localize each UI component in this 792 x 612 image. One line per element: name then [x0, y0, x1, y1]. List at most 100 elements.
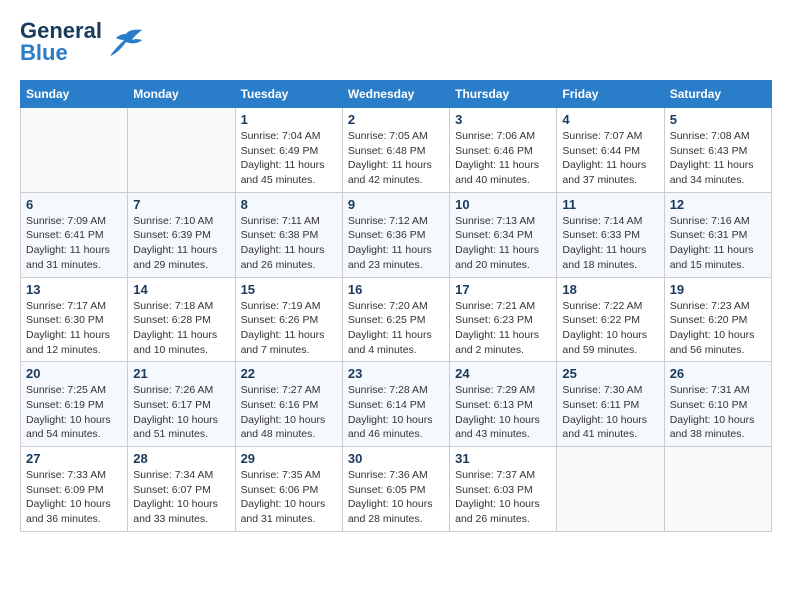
day-number: 10 — [455, 197, 551, 212]
day-number: 13 — [26, 282, 122, 297]
day-info: Sunrise: 7:12 AMSunset: 6:36 PMDaylight:… — [348, 214, 444, 273]
day-info: Sunrise: 7:13 AMSunset: 6:34 PMDaylight:… — [455, 214, 551, 273]
day-info: Sunrise: 7:22 AMSunset: 6:22 PMDaylight:… — [562, 299, 658, 358]
day-info: Sunrise: 7:29 AMSunset: 6:13 PMDaylight:… — [455, 383, 551, 442]
week-row-4: 20 Sunrise: 7:25 AMSunset: 6:19 PMDayligh… — [21, 362, 772, 447]
day-number: 25 — [562, 366, 658, 381]
day-number: 22 — [241, 366, 337, 381]
calendar-cell: 3 Sunrise: 7:06 AMSunset: 6:46 PMDaylight… — [450, 108, 557, 193]
calendar-cell: 26 Sunrise: 7:31 AMSunset: 6:10 PMDayligh… — [664, 362, 771, 447]
day-number: 3 — [455, 112, 551, 127]
day-number: 8 — [241, 197, 337, 212]
calendar-header-row: SundayMondayTuesdayWednesdayThursdayFrid… — [21, 81, 772, 108]
day-info: Sunrise: 7:16 AMSunset: 6:31 PMDaylight:… — [670, 214, 766, 273]
calendar-cell — [664, 447, 771, 532]
day-number: 26 — [670, 366, 766, 381]
calendar-table: SundayMondayTuesdayWednesdayThursdayFrid… — [20, 80, 772, 532]
calendar-cell: 6 Sunrise: 7:09 AMSunset: 6:41 PMDaylight… — [21, 192, 128, 277]
day-info: Sunrise: 7:19 AMSunset: 6:26 PMDaylight:… — [241, 299, 337, 358]
calendar-cell — [557, 447, 664, 532]
week-row-5: 27Sunrise: 7:33 AMSunset: 6:09 PMDayligh… — [21, 447, 772, 532]
day-info: Sunrise: 7:06 AMSunset: 6:46 PMDaylight:… — [455, 129, 551, 188]
calendar-cell: 13 Sunrise: 7:17 AMSunset: 6:30 PMDayligh… — [21, 277, 128, 362]
day-number: 21 — [133, 366, 229, 381]
week-row-1: 1 Sunrise: 7:04 AMSunset: 6:49 PMDaylight… — [21, 108, 772, 193]
week-row-2: 6 Sunrise: 7:09 AMSunset: 6:41 PMDaylight… — [21, 192, 772, 277]
day-number: 6 — [26, 197, 122, 212]
calendar-cell: 16 Sunrise: 7:20 AMSunset: 6:25 PMDayligh… — [342, 277, 449, 362]
day-info: Sunrise: 7:04 AMSunset: 6:49 PMDaylight:… — [241, 129, 337, 188]
calendar-cell: 25 Sunrise: 7:30 AMSunset: 6:11 PMDayligh… — [557, 362, 664, 447]
calendar-cell: 22 Sunrise: 7:27 AMSunset: 6:16 PMDayligh… — [235, 362, 342, 447]
day-number: 15 — [241, 282, 337, 297]
calendar-cell: 20 Sunrise: 7:25 AMSunset: 6:19 PMDayligh… — [21, 362, 128, 447]
day-info: Sunrise: 7:18 AMSunset: 6:28 PMDaylight:… — [133, 299, 229, 358]
logo-general: General — [20, 20, 102, 42]
day-number: 30 — [348, 451, 444, 466]
calendar-cell: 7Sunrise: 7:10 AMSunset: 6:39 PMDaylight… — [128, 192, 235, 277]
calendar-cell: 17 Sunrise: 7:21 AMSunset: 6:23 PMDayligh… — [450, 277, 557, 362]
day-number: 1 — [241, 112, 337, 127]
day-info: Sunrise: 7:36 AMSunset: 6:05 PMDaylight:… — [348, 468, 444, 527]
calendar-cell: 4 Sunrise: 7:07 AMSunset: 6:44 PMDaylight… — [557, 108, 664, 193]
calendar-cell: 18Sunrise: 7:22 AMSunset: 6:22 PMDayligh… — [557, 277, 664, 362]
calendar-cell: 27Sunrise: 7:33 AMSunset: 6:09 PMDayligh… — [21, 447, 128, 532]
calendar-cell: 9 Sunrise: 7:12 AMSunset: 6:36 PMDaylight… — [342, 192, 449, 277]
day-number: 28 — [133, 451, 229, 466]
day-info: Sunrise: 7:28 AMSunset: 6:14 PMDaylight:… — [348, 383, 444, 442]
calendar-cell: 30 Sunrise: 7:36 AMSunset: 6:05 PMDayligh… — [342, 447, 449, 532]
column-header-friday: Friday — [557, 81, 664, 108]
day-info: Sunrise: 7:23 AMSunset: 6:20 PMDaylight:… — [670, 299, 766, 358]
day-info: Sunrise: 7:17 AMSunset: 6:30 PMDaylight:… — [26, 299, 122, 358]
day-number: 5 — [670, 112, 766, 127]
day-info: Sunrise: 7:31 AMSunset: 6:10 PMDaylight:… — [670, 383, 766, 442]
day-number: 16 — [348, 282, 444, 297]
day-info: Sunrise: 7:27 AMSunset: 6:16 PMDaylight:… — [241, 383, 337, 442]
day-info: Sunrise: 7:35 AMSunset: 6:06 PMDaylight:… — [241, 468, 337, 527]
calendar-cell: 11Sunrise: 7:14 AMSunset: 6:33 PMDayligh… — [557, 192, 664, 277]
day-info: Sunrise: 7:08 AMSunset: 6:43 PMDaylight:… — [670, 129, 766, 188]
logo: General Blue — [20, 20, 144, 64]
calendar-cell — [128, 108, 235, 193]
day-info: Sunrise: 7:05 AMSunset: 6:48 PMDaylight:… — [348, 129, 444, 188]
calendar-cell: 2 Sunrise: 7:05 AMSunset: 6:48 PMDaylight… — [342, 108, 449, 193]
day-info: Sunrise: 7:26 AMSunset: 6:17 PMDaylight:… — [133, 383, 229, 442]
day-number: 7 — [133, 197, 229, 212]
calendar-cell: 5 Sunrise: 7:08 AMSunset: 6:43 PMDaylight… — [664, 108, 771, 193]
calendar-cell: 1 Sunrise: 7:04 AMSunset: 6:49 PMDaylight… — [235, 108, 342, 193]
day-number: 11 — [562, 197, 658, 212]
day-number: 2 — [348, 112, 444, 127]
day-number: 17 — [455, 282, 551, 297]
calendar-cell: 24 Sunrise: 7:29 AMSunset: 6:13 PMDayligh… — [450, 362, 557, 447]
day-info: Sunrise: 7:37 AMSunset: 6:03 PMDaylight:… — [455, 468, 551, 527]
column-header-wednesday: Wednesday — [342, 81, 449, 108]
column-header-tuesday: Tuesday — [235, 81, 342, 108]
day-info: Sunrise: 7:34 AMSunset: 6:07 PMDaylight:… — [133, 468, 229, 527]
day-number: 9 — [348, 197, 444, 212]
column-header-thursday: Thursday — [450, 81, 557, 108]
day-number: 4 — [562, 112, 658, 127]
day-info: Sunrise: 7:09 AMSunset: 6:41 PMDaylight:… — [26, 214, 122, 273]
day-info: Sunrise: 7:07 AMSunset: 6:44 PMDaylight:… — [562, 129, 658, 188]
calendar-cell: 10 Sunrise: 7:13 AMSunset: 6:34 PMDayligh… — [450, 192, 557, 277]
day-number: 27 — [26, 451, 122, 466]
day-info: Sunrise: 7:25 AMSunset: 6:19 PMDaylight:… — [26, 383, 122, 442]
day-number: 29 — [241, 451, 337, 466]
day-info: Sunrise: 7:30 AMSunset: 6:11 PMDaylight:… — [562, 383, 658, 442]
day-info: Sunrise: 7:21 AMSunset: 6:23 PMDaylight:… — [455, 299, 551, 358]
day-number: 14 — [133, 282, 229, 297]
day-number: 20 — [26, 366, 122, 381]
column-header-saturday: Saturday — [664, 81, 771, 108]
calendar-cell: 19Sunrise: 7:23 AMSunset: 6:20 PMDayligh… — [664, 277, 771, 362]
calendar-cell: 23 Sunrise: 7:28 AMSunset: 6:14 PMDayligh… — [342, 362, 449, 447]
day-number: 24 — [455, 366, 551, 381]
day-info: Sunrise: 7:20 AMSunset: 6:25 PMDaylight:… — [348, 299, 444, 358]
day-number: 23 — [348, 366, 444, 381]
day-number: 31 — [455, 451, 551, 466]
calendar-cell: 28 Sunrise: 7:34 AMSunset: 6:07 PMDayligh… — [128, 447, 235, 532]
logo-bird-icon — [106, 26, 144, 58]
header: General Blue — [20, 20, 772, 64]
calendar-cell: 14 Sunrise: 7:18 AMSunset: 6:28 PMDayligh… — [128, 277, 235, 362]
column-header-monday: Monday — [128, 81, 235, 108]
calendar-cell — [21, 108, 128, 193]
